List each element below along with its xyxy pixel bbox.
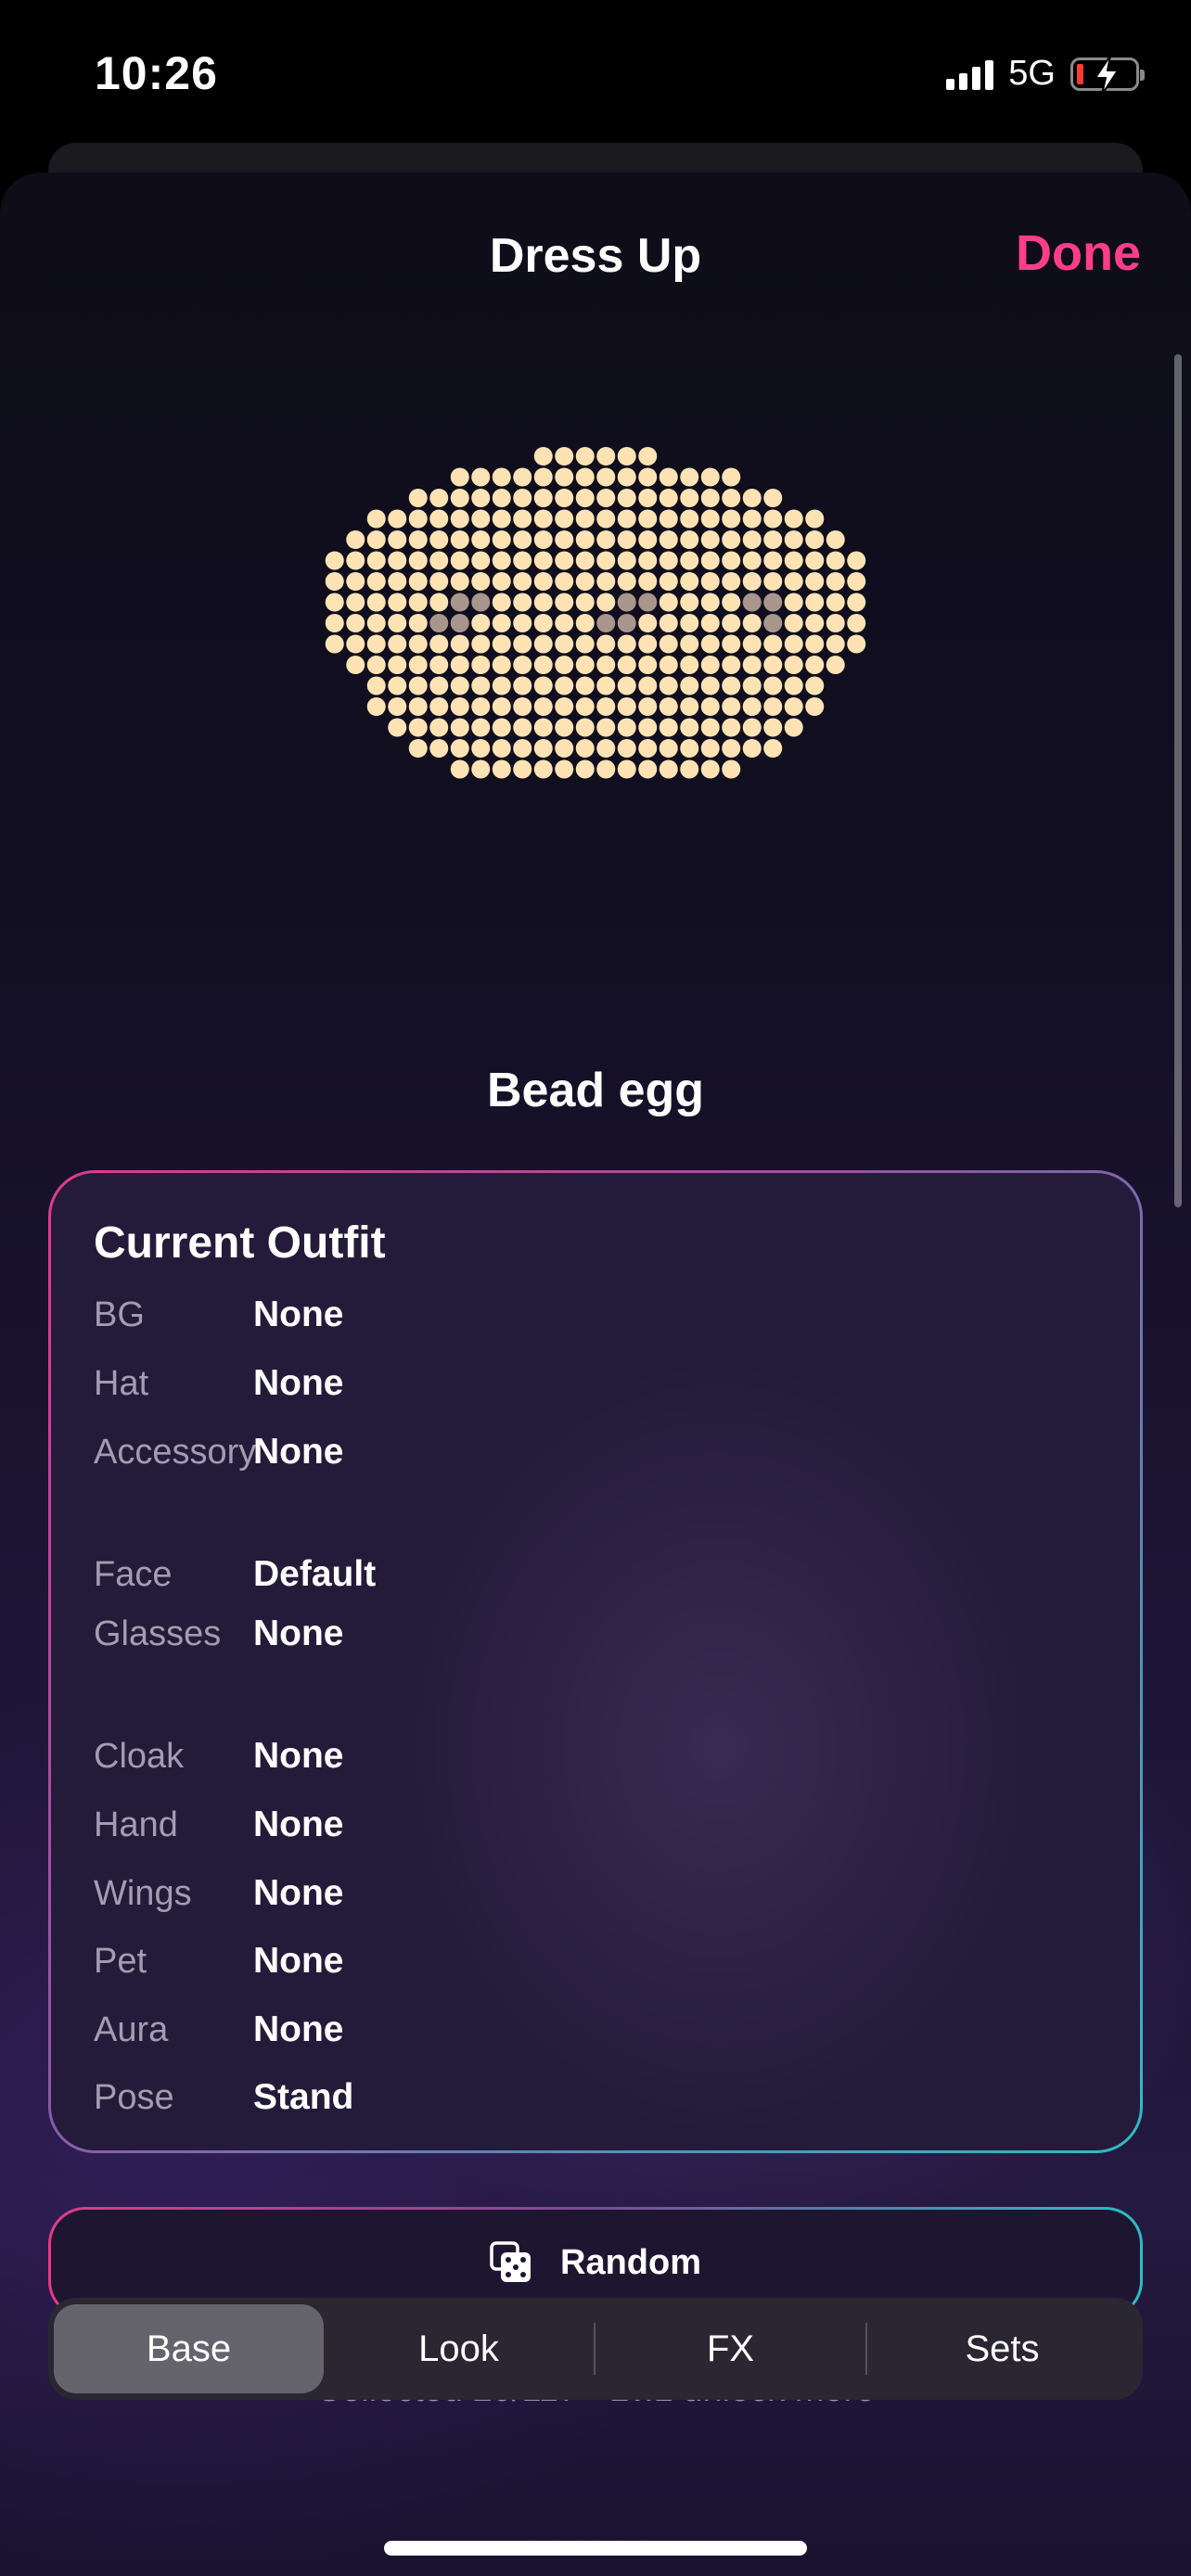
outfit-row-bg: BG None bbox=[94, 1290, 344, 1340]
tab-look[interactable]: Look bbox=[324, 2304, 594, 2393]
outfit-value: None bbox=[253, 1804, 344, 1844]
avatar-name: Bead egg bbox=[486, 1064, 705, 1117]
outfit-row-hat: Hat None bbox=[94, 1358, 344, 1409]
outfit-row-glasses: Glasses None bbox=[94, 1609, 344, 1659]
outfit-value: Default bbox=[253, 1554, 377, 1594]
outfit-title: Current Outfit bbox=[94, 1218, 386, 1268]
outfit-key: Hand bbox=[94, 1805, 178, 1844]
outfit-value: None bbox=[253, 1294, 344, 1334]
outfit-row-pet: Pet None bbox=[94, 1936, 344, 1986]
status-bar: 10:26 5G bbox=[0, 0, 1191, 148]
battery-icon bbox=[1070, 54, 1145, 96]
tab-base[interactable]: Base bbox=[54, 2304, 324, 2393]
outfit-key: Face bbox=[94, 1555, 173, 1594]
network-type: 5G bbox=[1008, 54, 1056, 93]
dress-up-sheet: Dress Up Done Bead egg Current Outfit BG… bbox=[0, 172, 1191, 2576]
tab-fx[interactable]: FX bbox=[596, 2304, 865, 2393]
segmented-tab-bar: Base Look FX Sets bbox=[48, 2298, 1143, 2400]
cellular-signal-icon bbox=[946, 58, 994, 90]
outfit-value: None bbox=[253, 1941, 344, 1981]
outfit-key: Pose bbox=[94, 2078, 174, 2117]
outfit-key: BG bbox=[94, 1295, 145, 1334]
outfit-value: None bbox=[253, 1363, 344, 1403]
current-outfit-card: Current Outfit BG None Hat None Accessor… bbox=[48, 1170, 1143, 2153]
bead-egg-avatar bbox=[325, 447, 866, 779]
outfit-key: Glasses bbox=[94, 1614, 222, 1653]
tab-sets[interactable]: Sets bbox=[867, 2304, 1137, 2393]
outfit-value: None bbox=[253, 1736, 344, 1776]
outfit-value: None bbox=[253, 1613, 344, 1653]
outfit-key: Aura bbox=[94, 2010, 169, 2049]
outfit-value: None bbox=[253, 1432, 344, 1472]
outfit-value: None bbox=[253, 2009, 344, 2049]
outfit-key: Accessory bbox=[94, 1433, 257, 1472]
outfit-row-wings: Wings None bbox=[94, 1868, 344, 1919]
outfit-row-accessory: Accessory None bbox=[94, 1427, 344, 1477]
outfit-row-pose: Pose Stand bbox=[94, 2072, 353, 2123]
outfit-row-aura: Aura None bbox=[94, 2005, 344, 2055]
outfit-row-hand: Hand None bbox=[94, 1800, 344, 1850]
status-time: 10:26 bbox=[95, 47, 218, 99]
outfit-row-cloak: Cloak None bbox=[94, 1731, 344, 1781]
random-label: Random bbox=[560, 2242, 701, 2282]
outfit-key: Pet bbox=[94, 1942, 147, 1981]
outfit-key: Cloak bbox=[94, 1737, 185, 1776]
outfit-value: None bbox=[253, 1873, 344, 1913]
outfit-key: Hat bbox=[94, 1364, 149, 1403]
home-indicator[interactable] bbox=[384, 2541, 807, 2556]
status-indicators: 5G bbox=[946, 54, 1145, 96]
done-button[interactable]: Done bbox=[1016, 224, 1141, 282]
outfit-key: Wings bbox=[94, 1874, 192, 1913]
dice-icon bbox=[490, 2241, 531, 2282]
outfit-row-face: Face Default bbox=[94, 1549, 376, 1600]
page-title: Dress Up bbox=[489, 229, 702, 283]
outfit-value: Stand bbox=[253, 2077, 354, 2117]
